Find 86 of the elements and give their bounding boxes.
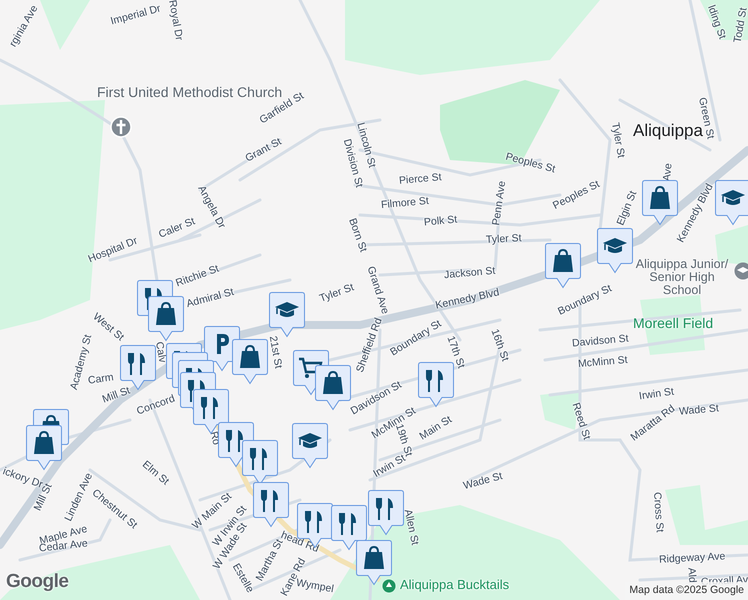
church-name-label: First United Methodist Church: [97, 85, 282, 100]
street-label: Grant St: [243, 136, 283, 164]
street-label: lding St: [705, 4, 727, 40]
map-marker[interactable]: [356, 540, 392, 586]
map-marker[interactable]: [253, 482, 289, 528]
fork-and-knife-icon: [201, 396, 218, 420]
graduation-cap-icon: [721, 190, 745, 205]
street-label: Ritchie St: [174, 263, 220, 288]
street-label: Allen St: [402, 508, 420, 546]
street-label: Caler St: [157, 216, 197, 240]
street-label: Wade St: [678, 402, 720, 417]
map-marker[interactable]: [368, 490, 404, 536]
street-label: Filmore St: [380, 195, 430, 210]
school-name-label: Aliquippa Junior/ Senior High School: [634, 258, 730, 298]
street-label: Pierce St: [398, 172, 442, 186]
street-label: Elgin St: [615, 189, 639, 226]
map-marker[interactable]: [331, 505, 367, 551]
fork-and-knife-icon: [426, 369, 443, 393]
street-label: Ave: [662, 162, 674, 182]
street-label: Kennedy Blvd: [434, 286, 500, 311]
fork-and-knife-icon: [250, 447, 267, 471]
map-provider-logo: Google: [6, 570, 68, 594]
street-label: Mill St: [100, 384, 132, 405]
street-label: Tyler St: [610, 121, 626, 158]
street-label: Tyler St: [486, 232, 522, 245]
street-label: Ald: [685, 566, 697, 583]
street-label: Tyler St: [318, 282, 356, 304]
park-name-label: Aliquippa Bucktails: [400, 578, 510, 592]
street-label: 21st St: [266, 334, 283, 369]
street-label: Imperial Dr: [109, 3, 162, 26]
map-marker[interactable]: [292, 423, 328, 469]
map-marker[interactable]: [715, 180, 748, 226]
fork-and-knife-icon: [305, 510, 322, 534]
graduation-cap-icon: [275, 302, 299, 317]
map-marker[interactable]: [418, 362, 454, 408]
park-pin-icon: [382, 579, 396, 593]
street-label: Peoples St: [504, 151, 556, 174]
street-label: Wympel: [295, 577, 334, 594]
park-name-label: Moreell Field: [633, 316, 714, 331]
street-label: Irwin St: [638, 386, 674, 402]
shopping-bag-icon: [650, 186, 670, 209]
map-marker[interactable]: [642, 180, 678, 226]
park-area: [700, 0, 748, 40]
street-label: Jackson St: [443, 265, 496, 280]
shopping-bag-icon: [34, 431, 54, 454]
fork-and-knife-icon: [261, 489, 278, 513]
street-label: Davidson St: [571, 333, 628, 348]
street-label: ickory Dr: [0, 466, 44, 490]
street-label: 17th St: [444, 334, 466, 370]
street-label: Wade St: [462, 470, 504, 491]
city-name-label: Aliquippa: [633, 122, 703, 140]
street-label: Calv: [153, 340, 167, 363]
shopping-bag-icon: [364, 546, 384, 569]
street-label: Todd St: [732, 6, 748, 44]
map-marker[interactable]: [269, 292, 305, 338]
fork-and-knife-icon: [128, 352, 145, 376]
street-label: Elm St: [140, 458, 170, 487]
fork-and-knife-icon: [226, 429, 243, 453]
street-label: Main St: [418, 414, 454, 442]
street-label: Born St: [346, 216, 368, 253]
shopping-bag-icon: [553, 249, 573, 272]
street-label: Polk St: [423, 214, 458, 228]
map-marker[interactable]: [315, 365, 351, 411]
map-marker[interactable]: [545, 243, 581, 289]
shopping-bag-icon: [323, 371, 343, 394]
street-label: Grand Ave: [364, 264, 390, 315]
street-label: Cross St: [652, 491, 665, 532]
street-label: McMinn St: [578, 354, 628, 370]
shopping-bag-icon: [156, 302, 176, 325]
graduation-cap-icon: [298, 433, 322, 448]
fork-and-knife-icon: [376, 497, 393, 521]
map-marker[interactable]: [148, 296, 184, 342]
shopping-bag-icon: [240, 345, 260, 368]
street-label: Carm: [87, 372, 114, 386]
map-marker[interactable]: [232, 339, 268, 385]
map-marker[interactable]: [597, 228, 633, 274]
graduation-cap-icon: [603, 238, 627, 253]
street-label: 16th St: [488, 327, 510, 362]
street-label: Penn Ave: [490, 180, 508, 226]
park-area: [40, 0, 90, 50]
street-label: Reed St: [570, 401, 592, 440]
street-label: Admiral St: [185, 286, 235, 310]
street-label: Ridgeway Ave: [658, 550, 726, 565]
street-label: Royal Dr: [166, 0, 184, 41]
fork-and-knife-icon: [339, 512, 356, 536]
parking-sign-icon: [217, 334, 229, 354]
